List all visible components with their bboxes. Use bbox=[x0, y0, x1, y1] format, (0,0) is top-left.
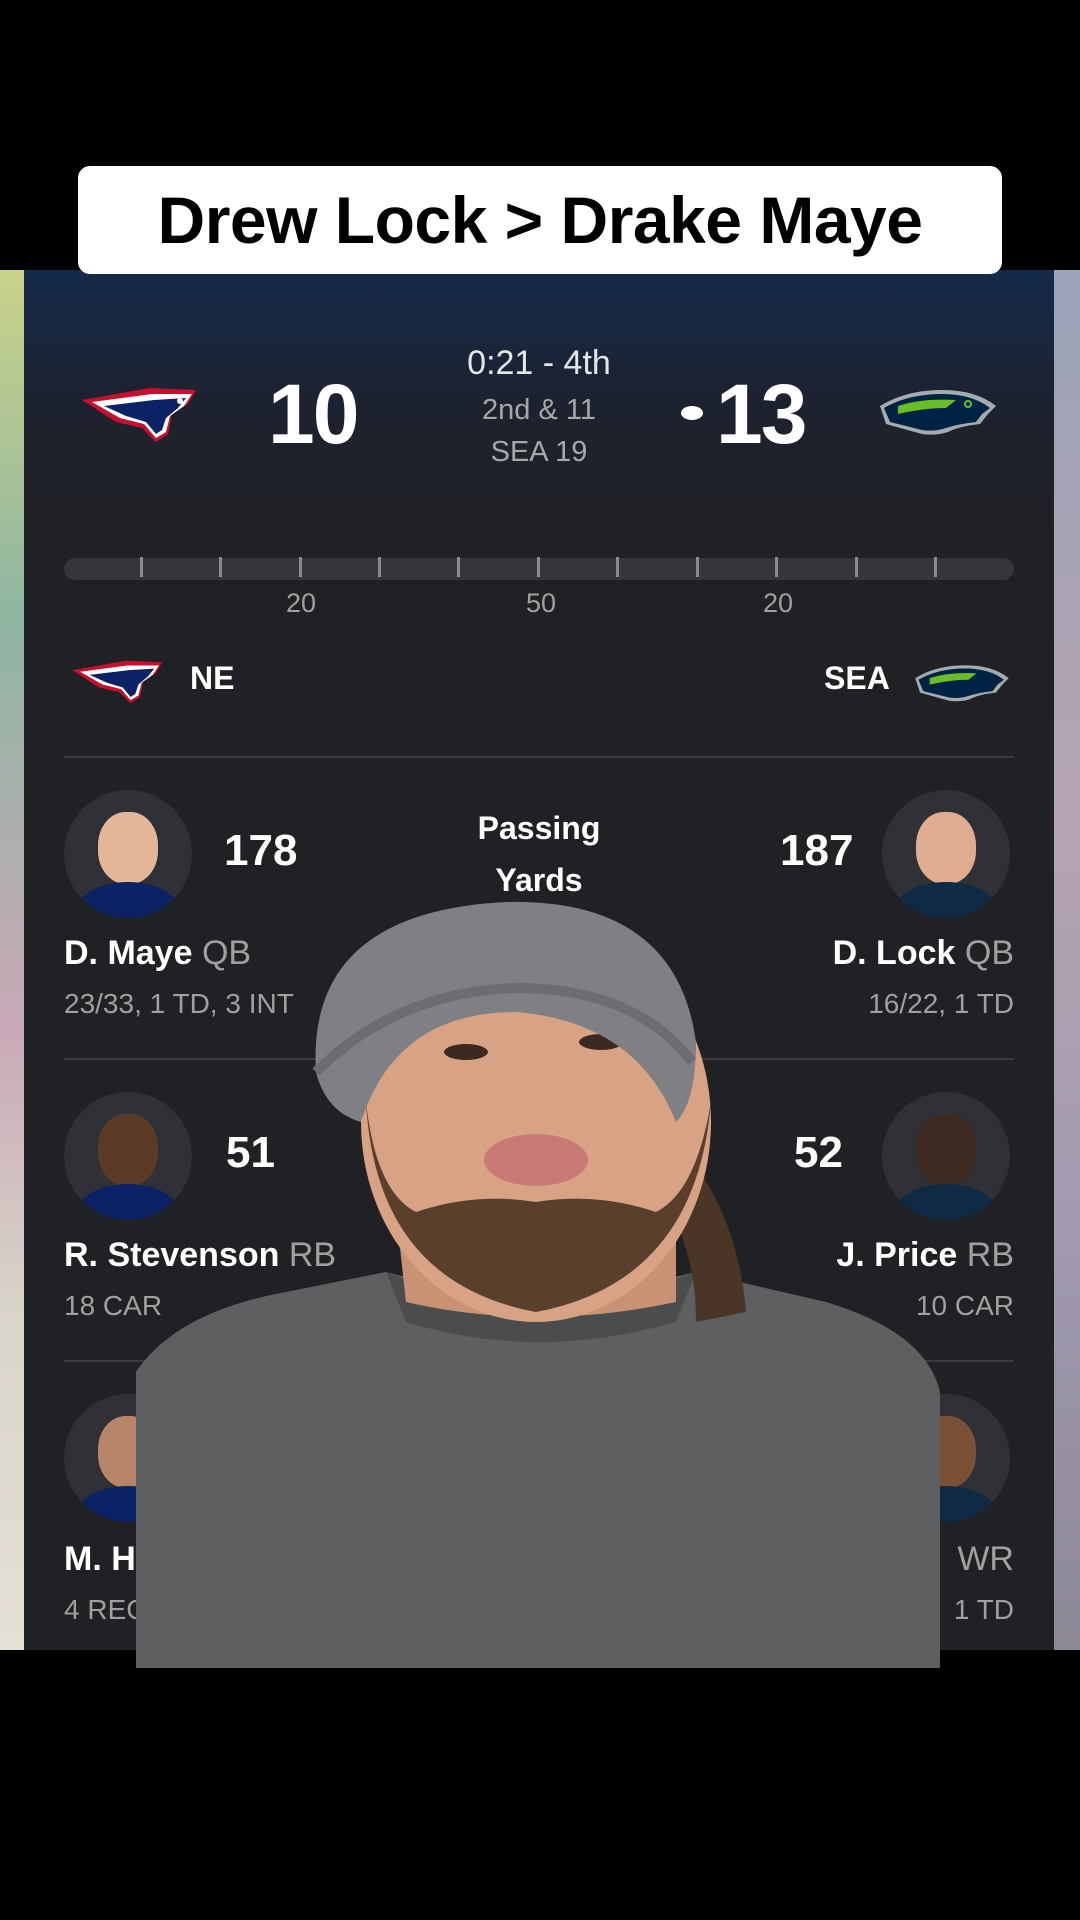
yard-marker: 50 bbox=[525, 588, 557, 618]
yard-marker: 20 bbox=[285, 588, 317, 618]
possession-dot-icon bbox=[681, 406, 703, 420]
player-line-left: 4 REC bbox=[64, 1594, 147, 1625]
player-name-left[interactable]: M. H bbox=[64, 1540, 136, 1579]
caption-text: Drew Lock > Drake Maye bbox=[157, 183, 923, 257]
player-name-right[interactable]: WR bbox=[957, 1540, 1014, 1579]
background-left bbox=[0, 270, 24, 1650]
away-score: 13 bbox=[716, 367, 807, 461]
right-stat-value: 187 bbox=[780, 826, 854, 875]
video-caption: Drew Lock > Drake Maye bbox=[78, 166, 1002, 274]
yard-marker: 20 bbox=[762, 588, 794, 618]
background-right bbox=[1054, 270, 1080, 1650]
seahawks-logo-icon bbox=[915, 665, 1009, 702]
creator-overlay bbox=[136, 901, 940, 1668]
ball-spot: SEA 19 bbox=[490, 436, 588, 468]
game-clock: 0:21 - 4th bbox=[467, 344, 611, 382]
patriots-logo-icon bbox=[72, 660, 163, 704]
seahawks-logo-icon bbox=[880, 390, 996, 435]
player-line-right: 1 TD bbox=[953, 1594, 1014, 1625]
team-abbr-left: NE bbox=[190, 660, 235, 696]
team-abbr-right: SEA bbox=[824, 660, 890, 696]
